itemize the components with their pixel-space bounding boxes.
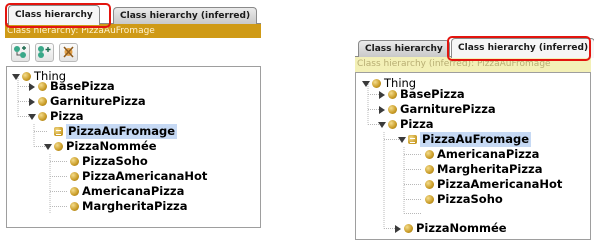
class-icon: [388, 105, 397, 114]
expand-toggle[interactable]: [377, 120, 386, 129]
add-sibling-class-icon: [38, 46, 51, 58]
expand-toggle[interactable]: [397, 135, 406, 144]
expand-toggle[interactable]: [393, 224, 402, 233]
tree-node-garniturepizza[interactable]: GarniturePizza: [377, 102, 496, 117]
defined-class-icon: [54, 127, 63, 136]
hierarchy-toolbar: [5, 38, 261, 66]
expand-toggle[interactable]: [27, 112, 36, 121]
add-sibling-class-button[interactable]: [35, 42, 54, 62]
expand-toggle[interactable]: [43, 142, 52, 151]
expand-toggle[interactable]: [361, 79, 370, 88]
tree-node-pizzaaufromage[interactable]: PizzaAuFromage: [397, 132, 532, 147]
tree-node-margheritapizza[interactable]: MargheritaPizza: [425, 162, 542, 177]
class-tree: Thing BasePizza GarniturePizza Pizza Piz…: [6, 66, 261, 228]
class-icon: [70, 172, 79, 181]
tab-class-hierarchy[interactable]: Class hierarchy: [358, 40, 450, 57]
expand-toggle[interactable]: [27, 97, 36, 106]
expand-toggle[interactable]: [27, 82, 36, 91]
tree-node-pizza[interactable]: Pizza: [27, 109, 84, 124]
expand-toggle[interactable]: [11, 72, 20, 81]
defined-class-icon: [408, 135, 417, 144]
class-icon: [425, 195, 434, 204]
tree-node-pizzanommee[interactable]: PizzaNommée: [393, 221, 507, 236]
class-icon: [70, 157, 79, 166]
class-icon: [425, 165, 434, 174]
class-icon: [404, 224, 413, 233]
tree-node-pizzaaufromage[interactable]: PizzaAuFromage: [54, 124, 178, 139]
tab-bar: Class hierarchy Class hierarchy (inferre…: [5, 3, 261, 28]
class-icon: [425, 150, 434, 159]
tab-bar: Class hierarchy Class hierarchy (inferre…: [355, 36, 594, 61]
tree-node-margheritapizza[interactable]: MargheritaPizza: [70, 199, 187, 214]
tab-class-hierarchy-inferred[interactable]: Class hierarchy (inferred): [451, 38, 594, 58]
delete-class-button[interactable]: [59, 42, 78, 62]
expand-toggle[interactable]: [377, 90, 386, 99]
inferred-hierarchy-panel: Class hierarchy Class hierarchy (inferre…: [355, 36, 594, 240]
inferred-class-tree: Thing BasePizza GarniturePizza Pizza Piz…: [355, 72, 591, 240]
tab-class-hierarchy[interactable]: Class hierarchy: [8, 5, 100, 25]
class-icon: [388, 90, 397, 99]
tab-class-hierarchy-inferred[interactable]: Class hierarchy (inferred): [113, 7, 258, 24]
class-icon: [38, 82, 47, 91]
tree-node-pizzanommee[interactable]: PizzaNommée: [43, 139, 157, 154]
hierarchy-title-bar: Class hierarchy: PizzaAuFromage: [5, 24, 261, 38]
class-icon: [425, 180, 434, 189]
tree-node-garniturepizza[interactable]: GarniturePizza: [27, 94, 146, 109]
delete-class-icon: [63, 46, 74, 58]
hierarchy-title-bar: Class hierarchy (inferred): PizzaAuFroma…: [355, 57, 591, 72]
class-icon: [38, 97, 47, 106]
tree-node-americanapizza[interactable]: AmericanaPizza: [70, 184, 184, 199]
tree-node-basepizza[interactable]: BasePizza: [27, 79, 115, 94]
tree-node-basepizza[interactable]: BasePizza: [377, 87, 465, 102]
tree-node-pizzaamericanahot[interactable]: PizzaAmericanaHot: [425, 177, 562, 192]
class-icon: [388, 120, 397, 129]
add-subclass-button[interactable]: [11, 42, 30, 62]
tree-node-pizza[interactable]: Pizza: [377, 117, 434, 132]
tree-node-americanapizza[interactable]: AmericanaPizza: [425, 147, 539, 162]
class-icon: [70, 202, 79, 211]
class-icon: [70, 187, 79, 196]
add-subclass-icon: [14, 46, 26, 58]
tree-node-pizzaamericanahot[interactable]: PizzaAmericanaHot: [70, 169, 207, 184]
expand-toggle[interactable]: [377, 105, 386, 114]
class-icon: [54, 142, 63, 151]
tree-node-pizzasoho[interactable]: PizzaSoho: [70, 154, 148, 169]
tree-node-pizzasoho[interactable]: PizzaSoho: [425, 192, 503, 207]
class-icon: [38, 112, 47, 121]
asserted-hierarchy-panel: Class hierarchy Class hierarchy (inferre…: [5, 3, 261, 239]
